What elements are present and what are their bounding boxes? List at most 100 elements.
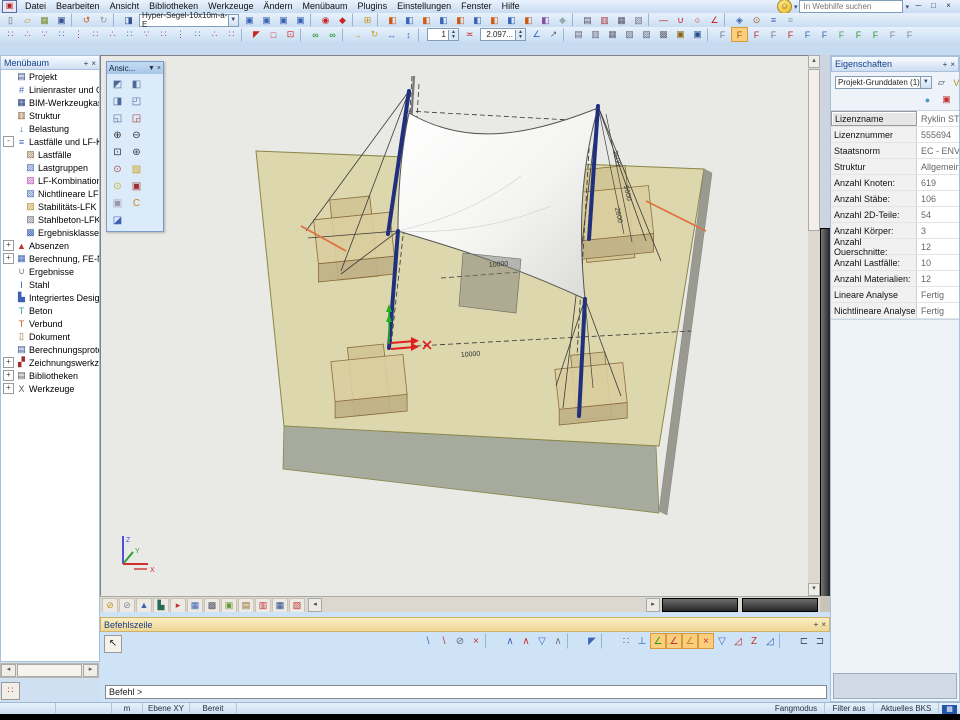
iso-view-icon[interactable]: ◩ bbox=[108, 76, 127, 93]
palette-icon[interactable]: ● bbox=[919, 92, 936, 107]
close-icon[interactable]: × bbox=[91, 59, 96, 68]
tree-item-nichtlineare-lf[interactable]: ▨ Nichtlineare LF-Kombin bbox=[1, 187, 99, 200]
copy-model-icon[interactable]: ▣ bbox=[258, 13, 275, 28]
view-back-icon[interactable]: ◱ bbox=[108, 110, 127, 127]
red-doc-tab-icon[interactable]: ▥ bbox=[255, 598, 271, 613]
tree-item-lastgruppen[interactable]: ▨ Lastgruppen bbox=[1, 161, 99, 174]
node-copy-icon[interactable]: ∷ bbox=[189, 27, 206, 42]
guideline-icon[interactable]: ▽ bbox=[714, 633, 730, 649]
menu-item[interactable]: Einstellungen bbox=[392, 0, 456, 13]
close-button[interactable]: × bbox=[941, 0, 956, 13]
node-copy-icon[interactable]: ∴ bbox=[19, 27, 36, 42]
tree-item-bibliotheken[interactable]: + ▤ Bibliotheken bbox=[1, 369, 99, 382]
cursor-snap-icon[interactable]: ◤ bbox=[584, 633, 600, 649]
pin-icon[interactable]: + bbox=[814, 620, 819, 629]
tree-item-absenzen[interactable]: + ▲ Absenzen bbox=[1, 239, 99, 252]
restore-button[interactable]: □ bbox=[926, 0, 941, 13]
property-row[interactable]: Staatsnorm EC - ENV bbox=[831, 143, 959, 159]
snap-none-icon[interactable]: ⊘ bbox=[452, 633, 468, 649]
model-export-icon[interactable]: ▣ bbox=[292, 13, 309, 28]
zigzag-icon[interactable]: Z bbox=[746, 633, 762, 649]
status-segment[interactable]: Fangmodus bbox=[768, 703, 825, 713]
node-copy-icon[interactable]: ∵ bbox=[138, 27, 155, 42]
toolbar-icon[interactable] bbox=[418, 28, 424, 42]
close-icon[interactable]: × bbox=[821, 620, 826, 629]
chevron-down-icon[interactable]: ▼ bbox=[148, 65, 155, 72]
loadcase-tool-icon[interactable]: ◧ bbox=[384, 13, 401, 28]
scale-spinner[interactable]: 2.097... ▲▼ bbox=[480, 28, 526, 41]
clip-box-icon[interactable]: ▣ bbox=[127, 178, 146, 195]
tree-item-stahl[interactable]: I Stahl bbox=[1, 278, 99, 291]
menu-item[interactable]: Plugins bbox=[353, 0, 393, 13]
tree-item-berechnung[interactable]: + ▦ Berechnung, FE-Netz bbox=[1, 252, 99, 265]
tree-item-lf-kombinationen[interactable]: ▨ LF-Kombinationen bbox=[1, 174, 99, 187]
model-selector-combo[interactable]: Hyper-Segel-10x10m-a-E▼ bbox=[139, 14, 239, 27]
scrollbar-thumb[interactable] bbox=[808, 69, 820, 231]
loadcase-tool-icon[interactable]: ◧ bbox=[537, 13, 554, 28]
minimize-button[interactable]: ─ bbox=[911, 0, 926, 13]
surfaces-tab-icon[interactable]: ▙ bbox=[153, 598, 169, 613]
toolbar-icon[interactable] bbox=[352, 13, 358, 27]
lamp-icon[interactable]: ⊙ bbox=[108, 178, 127, 195]
incline-icon[interactable]: ◿ bbox=[730, 633, 746, 649]
loadcase-tool-icon[interactable]: ◧ bbox=[452, 13, 469, 28]
toolbar-icon[interactable] bbox=[342, 28, 348, 42]
toolbar-icon[interactable] bbox=[572, 13, 578, 27]
combo-dropdown-icon[interactable]: ▼ bbox=[228, 15, 238, 26]
property-row[interactable]: Anzahl 2D-Teile: 54 bbox=[831, 207, 959, 223]
node-copy-icon[interactable]: ∷ bbox=[53, 27, 70, 42]
measure-icon[interactable]: ↗ bbox=[545, 27, 562, 42]
node-copy-icon[interactable]: ∴ bbox=[104, 27, 121, 42]
close-icon[interactable]: × bbox=[157, 65, 161, 72]
tree-expander-icon[interactable]: + bbox=[3, 357, 14, 368]
node-copy-icon[interactable]: ∷ bbox=[2, 27, 19, 42]
snap-line-icon[interactable]: \ bbox=[420, 633, 436, 649]
draw-line-icon[interactable]: — bbox=[655, 13, 672, 28]
visibility-all-icon[interactable]: ∞ bbox=[324, 27, 341, 42]
property-row[interactable]: Nichtlineare Analyse Fertig bbox=[831, 303, 959, 319]
snap-mid-icon[interactable]: ∧ bbox=[502, 633, 518, 649]
close-icon[interactable]: × bbox=[950, 60, 955, 69]
scroll-right-icon[interactable]: ▸ bbox=[83, 664, 98, 677]
view-y-icon[interactable]: ◨ bbox=[108, 93, 127, 110]
lightning-icon[interactable]: V bbox=[949, 75, 960, 90]
views-floating-toolbar[interactable]: Ansic... ▼ × ◩◧◨◰◱◲⊕⊖⊡⊛⊙▨⊙▣▣C◪ bbox=[106, 61, 164, 232]
spin-down-icon[interactable]: ▼ bbox=[449, 35, 458, 40]
angle-tool-icon[interactable]: ∠ bbox=[528, 27, 545, 42]
property-row[interactable]: Lizenznummer 555694 bbox=[831, 127, 959, 143]
delete-picture-icon[interactable]: ▣ bbox=[938, 92, 955, 107]
node-copy-icon[interactable]: ∷ bbox=[155, 27, 172, 42]
rotate-view-icon[interactable]: ◲ bbox=[127, 110, 146, 127]
tree-item-stabilitaets-lfk[interactable]: ▨ Stabilitäts-LFK bbox=[1, 200, 99, 213]
loadcase-tool-icon[interactable]: ◧ bbox=[435, 13, 452, 28]
find-icon[interactable]: ⊙ bbox=[748, 13, 765, 28]
loadcase-tool-icon[interactable]: ◧ bbox=[401, 13, 418, 28]
snap-near-icon[interactable]: ∧ bbox=[550, 633, 566, 649]
render-mode-icon[interactable]: ▩ bbox=[655, 27, 672, 42]
combo-dropdown-icon[interactable]: ▼ bbox=[920, 77, 931, 88]
select-arrow-icon[interactable]: ◤ bbox=[248, 27, 265, 42]
property-row[interactable]: Lizenzname Ryklin STATIK bbox=[831, 111, 959, 127]
bks-icon[interactable]: ▦ bbox=[942, 705, 957, 714]
clip-gray-icon[interactable]: ⊘ bbox=[119, 598, 135, 613]
doc-tab-icon[interactable]: ▤ bbox=[238, 598, 254, 613]
tree-item-berechnungsprotokoll[interactable]: ▤ Berechnungsprotokoll bbox=[1, 343, 99, 356]
menu-item[interactable]: Datei bbox=[20, 0, 51, 13]
view-z-icon[interactable]: ◰ bbox=[127, 93, 146, 110]
edit-knife-icon[interactable]: ◆ bbox=[334, 13, 351, 28]
tree-item-dokument[interactable]: ▯ Dokument bbox=[1, 330, 99, 343]
render-mode-icon[interactable]: ▥ bbox=[587, 27, 604, 42]
toolbar-icon[interactable] bbox=[377, 13, 383, 27]
result-flag-icon[interactable]: F bbox=[884, 27, 901, 42]
tree-horizontal-scrollbar[interactable]: ◂ ▸ bbox=[0, 663, 99, 678]
snap-intersect-icon[interactable]: ∧ bbox=[518, 633, 534, 649]
toolbar-icon[interactable] bbox=[648, 13, 654, 27]
nodes-tab-icon[interactable]: ▲ bbox=[136, 598, 152, 613]
property-row[interactable]: Anzahl Lastfälle: 10 bbox=[831, 255, 959, 271]
ucs-icon[interactable]: C bbox=[127, 195, 146, 212]
select-window-icon[interactable]: □ bbox=[265, 27, 282, 42]
scale-reset-icon[interactable]: ≍ bbox=[461, 27, 478, 42]
toolbar-icon[interactable] bbox=[707, 28, 713, 42]
delete-results-icon[interactable]: ◉ bbox=[317, 13, 334, 28]
tree-corner-button[interactable]: ∷ bbox=[1, 682, 20, 700]
